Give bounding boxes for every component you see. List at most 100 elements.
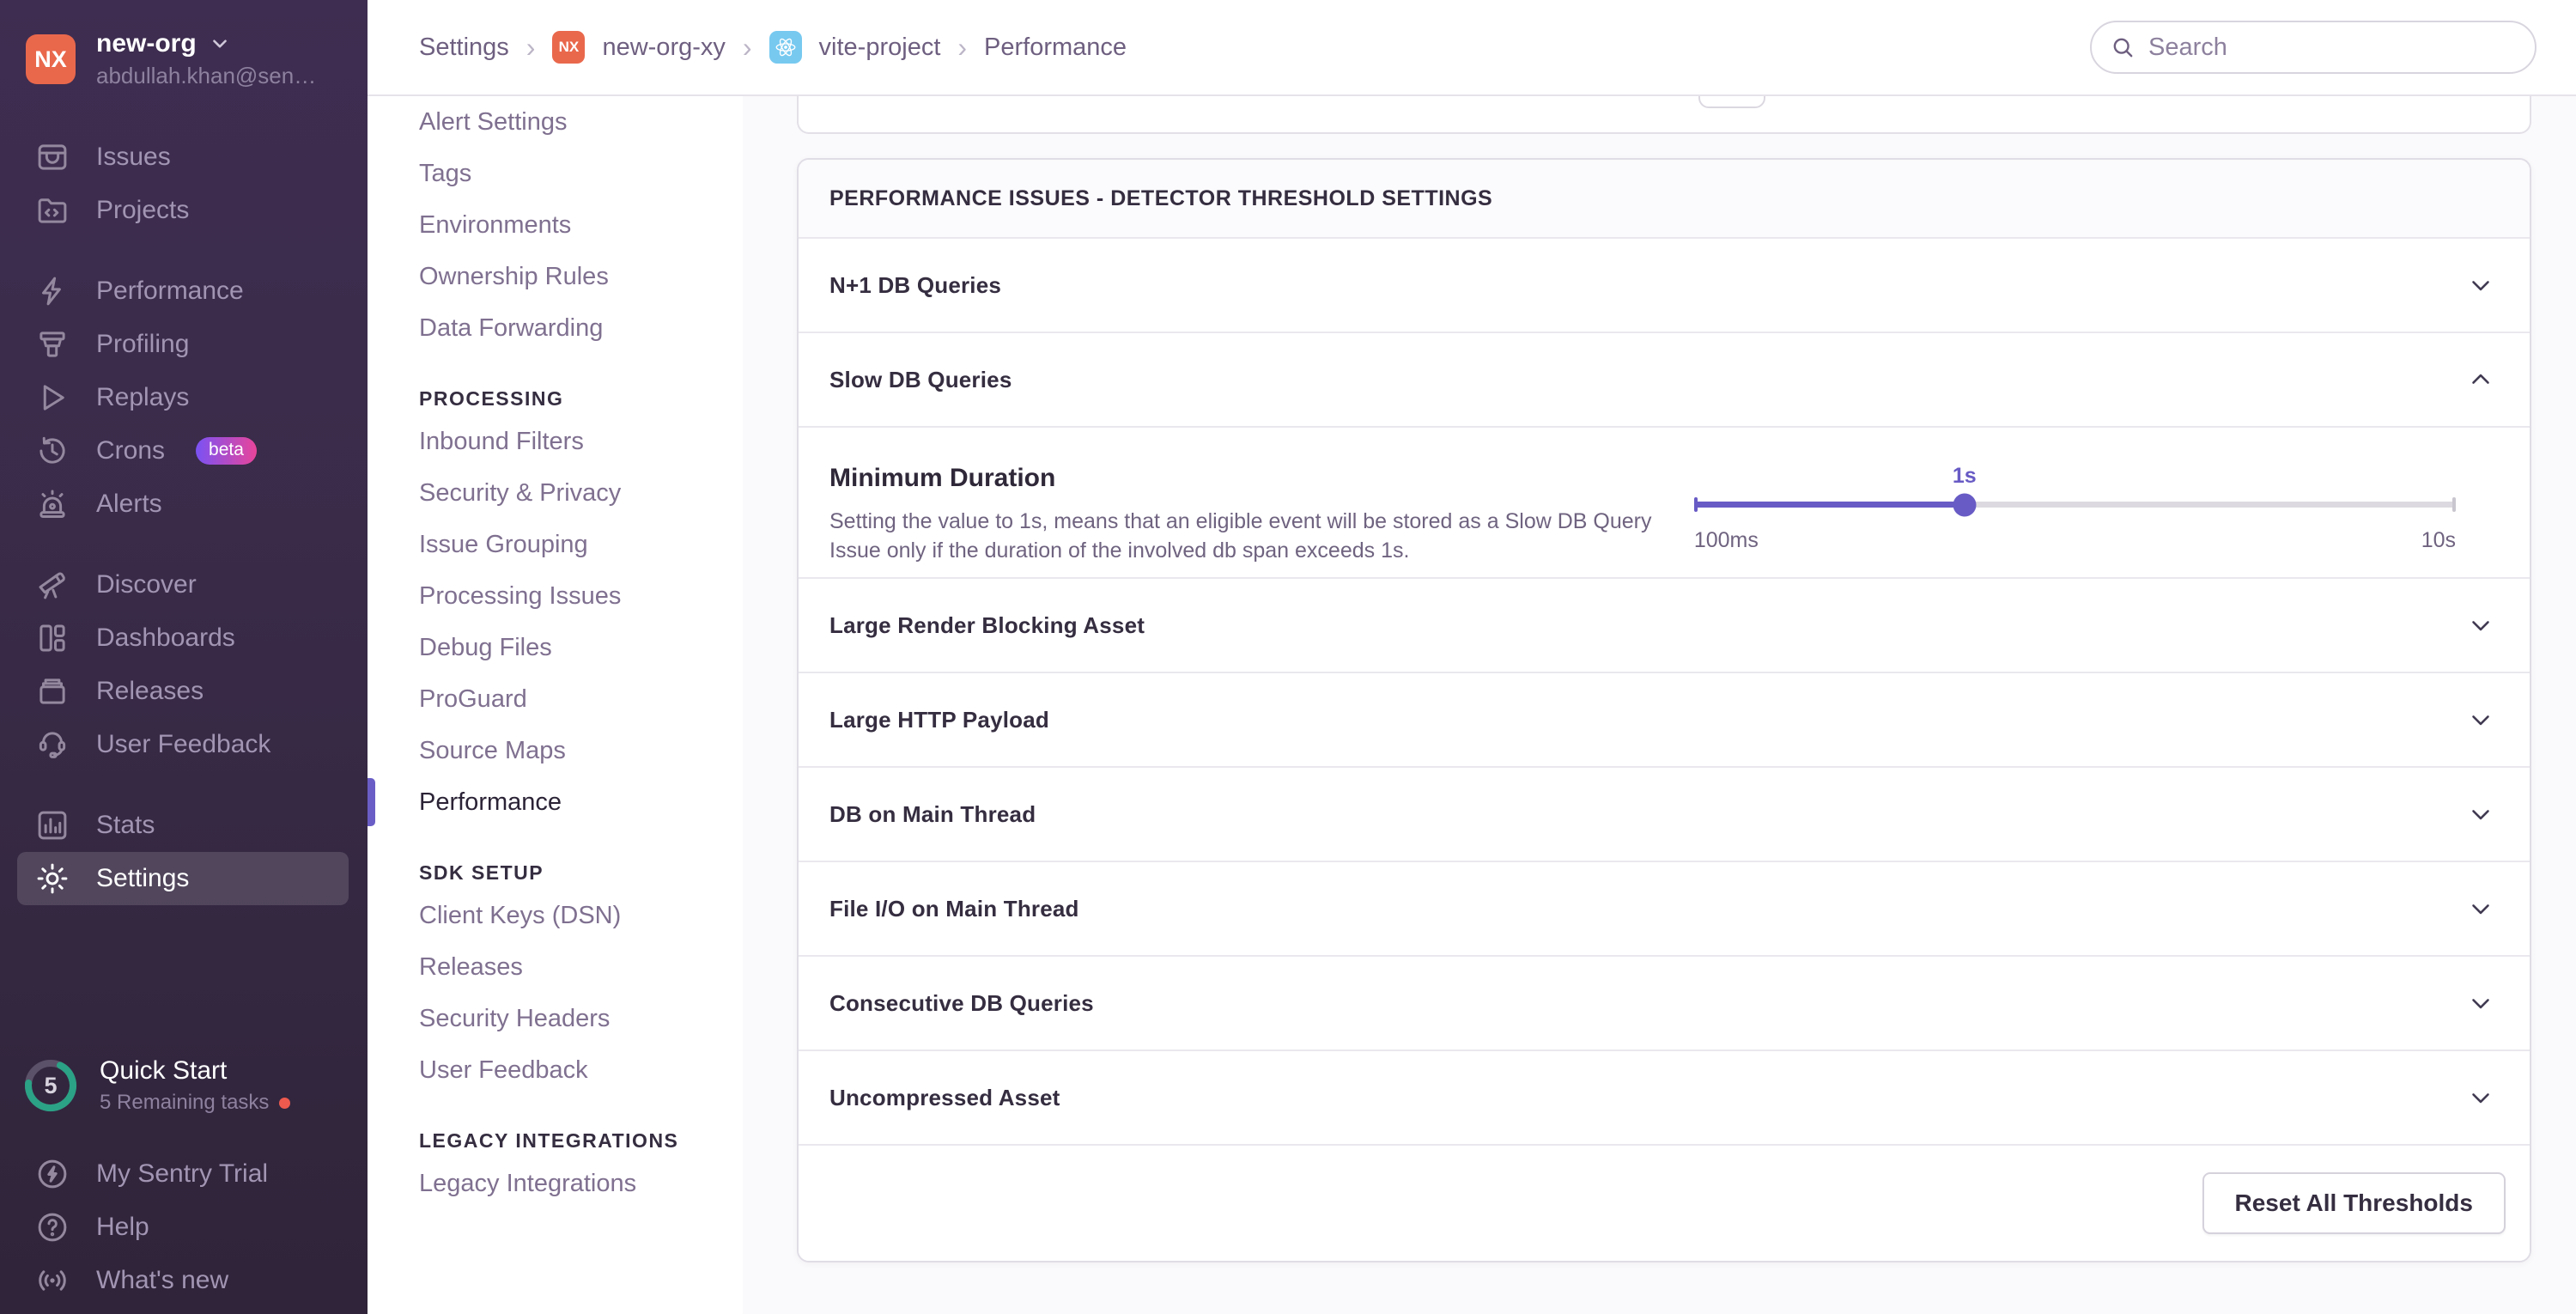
row-large-render-blocking-asset[interactable]: Large Render Blocking Asset [799, 577, 2530, 672]
notification-dot [279, 1097, 291, 1109]
settings-nav-security-headers[interactable]: Security Headers [368, 993, 743, 1044]
breadcrumb-separator: › [526, 31, 536, 63]
row-db-on-main-thread[interactable]: DB on Main Thread [799, 766, 2530, 861]
settings-nav-security-privacy[interactable]: Security & Privacy [368, 467, 743, 519]
settings-nav-debug-files[interactable]: Debug Files [368, 622, 743, 673]
react-project-icon [769, 31, 802, 64]
breadcrumb-page: Performance [984, 33, 1127, 61]
broadcast-icon [39, 1270, 66, 1291]
quick-start-count: 5 [44, 1072, 58, 1098]
org-switcher[interactable]: NX new-org abdullah.khan@sen… [0, 0, 368, 94]
sidebar-bottom-nav: My Sentry Trial Help What's new [0, 1147, 368, 1307]
panel-footer: Reset All Thresholds [799, 1144, 2530, 1261]
settings-nav-source-maps[interactable]: Source Maps [368, 725, 743, 776]
settings-nav-label: Ownership Rules [419, 262, 609, 290]
row-uncompressed-asset[interactable]: Uncompressed Asset [799, 1049, 2530, 1144]
settings-nav-processing-issues[interactable]: Processing Issues [368, 570, 743, 622]
row-n-plus-one-db-queries[interactable]: N+1 DB Queries [799, 237, 2530, 332]
breadcrumb-settings[interactable]: Settings [419, 33, 509, 62]
slider-min-tick [1693, 497, 1698, 512]
sidebar-item-label: User Feedback [96, 730, 271, 758]
settings-nav-section-processing: PROCESSING [419, 386, 564, 410]
row-slow-db-queries[interactable]: Slow DB Queries [799, 332, 2530, 426]
settings-nav-performance[interactable]: Performance [368, 776, 743, 828]
row-label: DB on Main Thread [829, 800, 1036, 827]
sidebar-item-dashboards[interactable]: Dashboards [0, 611, 368, 665]
sidebar-item-projects[interactable]: Projects [0, 184, 368, 237]
help-icon [38, 1213, 67, 1242]
breadcrumb-separator: › [742, 31, 752, 63]
sidebar-item-my-sentry-trial[interactable]: My Sentry Trial [0, 1147, 368, 1201]
settings-nav-label: Environments [419, 210, 572, 239]
settings-nav-proguard[interactable]: ProGuard [368, 673, 743, 725]
row-label: Large Render Blocking Asset [829, 611, 1145, 638]
settings-nav-label: Releases [419, 952, 523, 981]
settings-nav-tags[interactable]: Tags [368, 148, 743, 199]
sidebar-item-whats-new[interactable]: What's new [0, 1254, 368, 1307]
sidebar-item-label: Issues [96, 143, 171, 171]
discover-icon [39, 572, 65, 599]
sidebar-item-label: Projects [96, 196, 190, 224]
settings-nav-issue-grouping[interactable]: Issue Grouping [368, 519, 743, 570]
slider-max-tick [2452, 497, 2456, 512]
breadcrumb-separator: › [957, 31, 968, 63]
settings-nav-inbound-filters[interactable]: Inbound Filters [368, 416, 743, 467]
sidebar-item-crons[interactable]: Crons beta [0, 424, 368, 478]
sidebar-item-user-feedback[interactable]: User Feedback [0, 718, 368, 771]
alerts-icon [39, 490, 65, 519]
chevron-down-icon [2472, 1093, 2489, 1104]
sidebar-item-discover[interactable]: Discover [0, 558, 368, 611]
gear-icon [37, 863, 68, 894]
settings-nav-label: Issue Grouping [419, 530, 588, 558]
row-large-http-payload[interactable]: Large HTTP Payload [799, 672, 2530, 766]
sidebar-item-releases[interactable]: Releases [0, 665, 368, 718]
row-consecutive-db-queries[interactable]: Consecutive DB Queries [799, 955, 2530, 1049]
settings-nav-user-feedback[interactable]: User Feedback [368, 1044, 743, 1096]
top-header: Settings › NX new-org-xy › vite-project … [368, 0, 2576, 96]
org-avatar: NX [26, 34, 76, 84]
row-label: N+1 DB Queries [829, 271, 1002, 298]
previous-panel-cutoff [797, 96, 2531, 134]
issues-icon [38, 144, 67, 170]
search-input[interactable] [2090, 21, 2537, 74]
sidebar-item-settings[interactable]: Settings [17, 852, 349, 905]
trial-icon [38, 1159, 67, 1189]
breadcrumb-project[interactable]: vite-project [819, 33, 941, 62]
chevron-down-icon [2472, 621, 2489, 631]
settings-nav-alert-settings[interactable]: Alert Settings [368, 96, 743, 148]
quick-start-title: Quick Start [100, 1056, 228, 1085]
settings-nav-legacy-integrations[interactable]: Legacy Integrations [368, 1158, 743, 1209]
settings-nav-label: Debug Files [419, 633, 552, 661]
sidebar-item-stats[interactable]: Stats [0, 799, 368, 852]
settings-nav-label: Performance [419, 788, 562, 816]
slider-handle[interactable] [1953, 493, 1977, 516]
settings-nav-client-keys[interactable]: Client Keys (DSN) [368, 890, 743, 941]
settings-nav-releases[interactable]: Releases [368, 941, 743, 993]
slider-max-label: 10s [2421, 528, 2456, 552]
sidebar-item-label: Discover [96, 570, 197, 599]
sidebar-item-replays[interactable]: Replays [0, 371, 368, 424]
sidebar-item-label: My Sentry Trial [96, 1159, 269, 1188]
sidebar-item-profiling[interactable]: Profiling [0, 318, 368, 371]
sidebar-item-issues[interactable]: Issues [0, 131, 368, 184]
sidebar-item-alerts[interactable]: Alerts [0, 478, 368, 531]
slider-track[interactable] [1693, 493, 2456, 516]
active-indicator-bar [368, 778, 375, 826]
breadcrumb-org[interactable]: new-org-xy [602, 33, 725, 62]
reset-all-thresholds-button[interactable]: Reset All Thresholds [2202, 1172, 2506, 1234]
row-label: File I/O on Main Thread [829, 895, 1079, 922]
sidebar-item-performance[interactable]: Performance [0, 265, 368, 318]
slider-value-label: 1s [1952, 464, 1977, 488]
sidebar-item-help[interactable]: Help [0, 1201, 368, 1254]
settings-nav-data-forwarding[interactable]: Data Forwarding [368, 302, 743, 354]
search-icon [2113, 38, 2133, 58]
replays-icon [43, 385, 64, 411]
row-file-io-on-main-thread[interactable]: File I/O on Main Thread [799, 861, 2530, 955]
settings-nav-environments[interactable]: Environments [368, 199, 743, 251]
quick-start[interactable]: 5 Quick Start 5 Remaining tasks [0, 1056, 368, 1115]
beta-badge: beta [196, 437, 257, 465]
releases-icon [39, 678, 65, 704]
settings-nav-label: Security Headers [419, 1004, 611, 1032]
settings-nav-label: Legacy Integrations [419, 1169, 637, 1197]
settings-nav-ownership-rules[interactable]: Ownership Rules [368, 251, 743, 302]
